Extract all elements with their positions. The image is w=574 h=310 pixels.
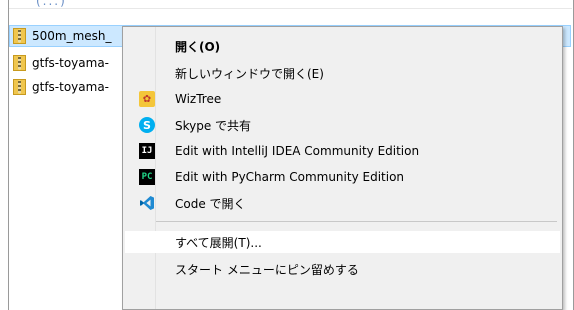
menu-item-pin-to-start[interactable]: スタート メニューにピン留めする	[125, 258, 560, 280]
context-menu: 開く(O) 新しいウィンドウで開く(E) ✿ WizTree S Skype で…	[122, 26, 563, 310]
menu-item-label: 新しいウィンドウで開く(E)	[175, 66, 324, 81]
file-name: gtfs-toyama-	[32, 56, 110, 70]
menu-item-open[interactable]: 開く(O)	[125, 35, 560, 57]
zip-folder-icon	[13, 79, 26, 95]
menu-item-edit-pycharm[interactable]: PC Edit with PyCharm Community Edition	[125, 166, 560, 188]
file-name: 500m_mesh_	[32, 29, 112, 43]
menu-item-edit-intellij[interactable]: IJ Edit with IntelliJ IDEA Community Edi…	[125, 140, 560, 162]
menu-item-label: スタート メニューにピン留めする	[175, 262, 359, 277]
menu-item-label: Edit with IntelliJ IDEA Community Editio…	[175, 144, 420, 158]
file-item-gtfs-toyama-2[interactable]: gtfs-toyama-	[10, 76, 109, 98]
menu-separator	[156, 221, 557, 222]
menu-item-label: すべて展開(T)...	[175, 235, 262, 250]
file-name: gtfs-toyama-	[32, 80, 110, 94]
menu-item-label: Edit with PyCharm Community Edition	[175, 170, 405, 184]
menu-item-wiztree[interactable]: ✿ WizTree	[125, 88, 560, 110]
vscode-icon	[139, 195, 155, 211]
zip-folder-icon	[13, 55, 26, 71]
menu-item-label: Skype で共有	[175, 118, 252, 133]
menu-item-open-new-window[interactable]: 新しいウィンドウで開く(E)	[125, 62, 560, 84]
menu-item-skype-share[interactable]: S Skype で共有	[125, 114, 560, 136]
pycharm-icon: PC	[139, 169, 155, 185]
file-item-gtfs-toyama-1[interactable]: gtfs-toyama-	[10, 52, 109, 74]
menu-item-open-vscode[interactable]: Code で開く	[125, 192, 560, 214]
intellij-icon: IJ	[139, 143, 155, 159]
menu-item-extract-all[interactable]: すべて展開(T)...	[125, 231, 560, 253]
wiztree-icon: ✿	[139, 91, 155, 107]
menu-item-label: WizTree	[175, 92, 222, 106]
top-fragment: (...)	[36, 0, 67, 8]
divider	[9, 8, 572, 9]
zip-folder-icon	[13, 28, 26, 44]
skype-icon: S	[139, 117, 155, 133]
menu-item-label: 開く(O)	[175, 39, 221, 54]
menu-item-label: Code で開く	[175, 196, 246, 211]
